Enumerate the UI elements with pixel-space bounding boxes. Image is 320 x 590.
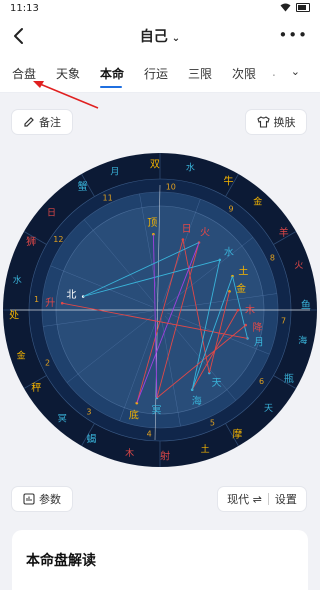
edit-icon	[24, 117, 34, 127]
house-number: 11	[103, 194, 113, 203]
ruler-glyph: 木	[125, 447, 134, 459]
planet-glyph: 升	[45, 297, 55, 309]
house-number: 12	[53, 235, 63, 244]
natal-chart-wheel[interactable]: 牛金羊火鱼海瓶天摩土射木蝎冥秤金处水狮日蟹月双 水987654321121110顶…	[0, 150, 320, 475]
sign-glyph: 秤	[31, 382, 41, 394]
planet-glyph: 海	[192, 395, 202, 408]
planet-glyph: 顶	[147, 217, 157, 229]
interpretation-card: 本命盘解读	[12, 530, 308, 590]
sign-glyph: 鱼	[301, 299, 311, 312]
app-header: 自己 ⌄ •••	[0, 18, 320, 54]
house-number: 6	[259, 377, 264, 386]
skin-button-label: 换肤	[273, 116, 296, 129]
house-number: 4	[147, 429, 152, 438]
ruler-glyph: 火	[294, 260, 303, 271]
tab-synastry[interactable]: 合盘	[12, 65, 36, 82]
status-bar: 11:13	[0, 0, 320, 18]
mode-settings-group: 现代 ⇌ 设置	[218, 487, 306, 511]
wifi-icon	[280, 3, 291, 12]
planet-glyph: 木	[245, 305, 255, 317]
tab-bar: 合盘 天象 本命 行运 三限 次限 . ⌄	[0, 54, 320, 93]
natal-chart[interactable]: 牛金羊火鱼海瓶天摩土射木蝎冥秤金处水狮日蟹月双水 9 8 7 6 5 4 3 2 1 12 11 10 顶…	[0, 150, 320, 475]
active-tab-indicator	[100, 86, 122, 88]
ruler-glyph: 冥	[58, 414, 67, 425]
page-title-text: 自己	[139, 29, 168, 45]
sign-glyph: 狮	[26, 235, 36, 248]
ruler-glyph: 月	[110, 166, 119, 177]
modern-mode-toggle[interactable]: 现代 ⇌	[227, 491, 262, 507]
more-options-button[interactable]: •••	[278, 26, 308, 44]
sign-glyph: 蟹	[78, 180, 88, 193]
planet-glyph: 底	[129, 408, 139, 421]
planet-glyph: 北	[66, 289, 76, 301]
ruler-glyph: 天	[264, 404, 273, 414]
ruler-glyph: 日	[47, 208, 56, 219]
params-button-label: 参数	[39, 493, 61, 506]
planet-glyph: 冥	[152, 405, 162, 417]
tab-partial[interactable]: .	[272, 65, 276, 79]
sign-glyph: 牛	[224, 175, 234, 188]
battery-icon	[296, 3, 310, 12]
ruler-glyph: 金	[253, 196, 262, 208]
note-button[interactable]: 备注	[12, 110, 72, 134]
params-button[interactable]: 参数	[12, 487, 72, 511]
ruler-glyph: 水	[13, 274, 22, 286]
sign-glyph: 摩	[232, 427, 242, 440]
interpretation-title: 本命盘解读	[26, 553, 96, 569]
chart-params-icon	[23, 493, 35, 505]
planet-glyph: 水	[224, 247, 234, 259]
ruler-glyph: 金	[17, 349, 26, 361]
house-number: 2	[45, 358, 50, 367]
planet-glyph: 金	[236, 282, 246, 295]
ruler-glyph: 水	[186, 161, 195, 173]
ruler-glyph: 海	[298, 335, 307, 347]
house-number: 5	[210, 418, 215, 427]
planet-glyph: 天	[212, 378, 222, 389]
chevron-down-icon: ⌄	[171, 33, 181, 44]
planet-glyph: 土	[238, 265, 248, 278]
planet-glyph: 火	[200, 227, 210, 239]
sign-glyph: 双	[150, 159, 160, 171]
tab-transit-sky[interactable]: 天象	[56, 65, 80, 82]
house-number: 10	[166, 182, 176, 191]
page-title[interactable]: 自己 ⌄	[0, 26, 320, 46]
planet-glyph: 月	[254, 337, 264, 349]
ruler-glyph: 土	[201, 443, 210, 455]
shirt-icon	[256, 116, 270, 128]
status-time: 11:13	[10, 3, 39, 14]
tab-overflow-chevron-icon[interactable]: ⌄	[291, 65, 300, 78]
house-number: 3	[86, 408, 91, 417]
sign-glyph: 蝎	[87, 434, 97, 446]
house-number: 9	[229, 204, 234, 213]
divider	[267, 493, 269, 505]
house-number: 1	[34, 295, 39, 304]
sign-glyph: 射	[160, 451, 170, 463]
sign-glyph: 羊	[279, 226, 289, 239]
skin-button[interactable]: 换肤	[246, 110, 306, 134]
tab-natal[interactable]: 本命	[100, 65, 124, 82]
tab-tertiary[interactable]: 三限	[188, 65, 212, 82]
house-number: 8	[270, 254, 275, 263]
settings-button[interactable]: 设置	[275, 491, 297, 507]
house-number: 7	[281, 317, 286, 326]
sign-glyph: 瓶	[284, 372, 294, 385]
planet-glyph: 日	[182, 224, 192, 235]
planet-glyph: 降	[253, 321, 263, 334]
tab-secondary[interactable]: 次限	[232, 65, 256, 82]
tab-transits[interactable]: 行运	[144, 65, 168, 82]
note-button-label: 备注	[39, 116, 61, 129]
sign-glyph: 处	[9, 310, 19, 322]
system-icons	[280, 3, 310, 12]
